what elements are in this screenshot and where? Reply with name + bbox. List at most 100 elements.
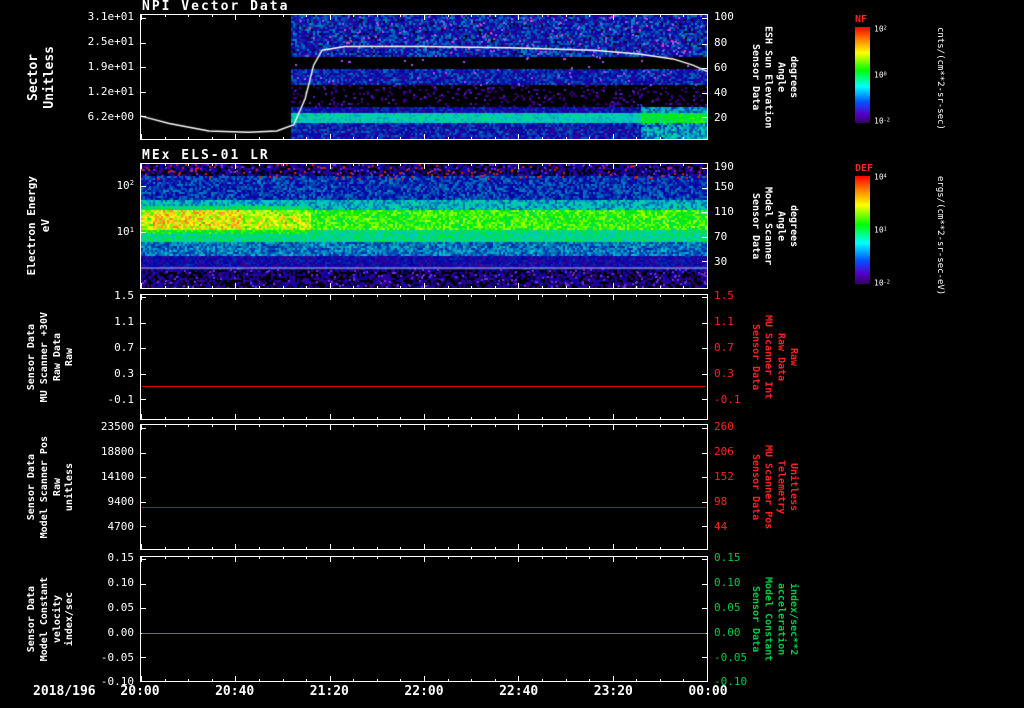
time-minor-tick-mark [448,679,449,681]
time-minor-tick-mark [188,295,189,297]
time-minor-tick-mark [636,164,637,166]
time-minor-tick-mark [566,286,567,288]
time-tick-mark [330,295,331,300]
axis-tick-mark [141,348,146,349]
axis-label-line: MU Scanner Pos [762,445,774,529]
time-tick-mark [141,557,142,562]
axis-label-line: Sensor Data [26,586,38,652]
panel-title-els: MEx ELS-01 LR [142,148,270,163]
axis-label-line: Sector [26,54,41,101]
time-tick-mark [613,164,614,169]
time-axis: 2018/196 20:00 20:40 21:20 22:00 22:40 23:20 0… [0,684,1024,704]
time-minor-tick-mark [306,286,307,288]
colorbar-def: DEF 104 101 10-2 ergs/(cm**2-sr-sec-eV) [853,163,1023,293]
time-minor-tick-mark [165,15,166,17]
time-tick-mark [424,15,425,20]
time-minor-tick-mark [188,547,189,549]
time-minor-tick-mark [353,164,354,166]
time-minor-tick-mark [188,425,189,427]
time-tick-mark [424,283,425,288]
time-minor-tick-mark [353,547,354,549]
time-minor-tick-mark [471,417,472,419]
axis-tick-label: 150 [714,180,734,193]
data-line [142,633,706,634]
axis-tick-label: -0.1 [714,393,741,406]
axis-tick-label: 3.1e+01 [88,10,134,23]
time-minor-tick-mark [636,679,637,681]
axis-tick-mark [702,348,707,349]
time-minor-tick-mark [353,679,354,681]
time-tick-mark [707,295,708,300]
time-minor-tick-mark [495,679,496,681]
axis-tick-label: 0.00 [714,626,741,639]
axis-label-line: Sensor Data [749,324,761,390]
axis-tick-label: 0.10 [108,576,135,589]
time-minor-tick-mark [471,286,472,288]
time-tick-mark [613,557,614,562]
time-minor-tick-mark [188,679,189,681]
time-tick-mark [707,557,708,562]
time-minor-tick-mark [589,557,590,559]
left-axis-label-sector: Sector Unitless [26,14,58,140]
time-minor-tick-mark [683,547,684,549]
time-minor-tick-mark [636,557,637,559]
time-tick-mark [518,414,519,419]
time-minor-tick-mark [165,286,166,288]
time-minor-tick-mark [683,417,684,419]
time-tick-mark [518,134,519,139]
time-minor-tick-mark [283,417,284,419]
time-minor-tick-mark [542,15,543,17]
time-minor-tick-mark [683,137,684,139]
time-minor-tick-mark [566,557,567,559]
time-minor-tick-mark [683,164,684,166]
axis-label-line: Angle [775,211,787,241]
time-minor-tick-mark [566,417,567,419]
right-axis-ticks: 1.5 1.1 0.7 0.3 -0.1 [711,294,749,420]
time-tick-mark [330,15,331,20]
axis-label-line: Sensor Data [26,454,38,520]
time-minor-tick-mark [212,547,213,549]
axis-label-line: Raw Data [775,333,787,381]
right-axis-label-model-constant-accel: Sensor Data Model Constant acceleration ind… [749,556,799,682]
time-minor-tick-mark [165,295,166,297]
time-tick-mark [141,676,142,681]
spectrogram-canvas-npi [141,15,707,139]
colorbar-def-name: DEF [855,163,873,174]
axis-tick-mark [141,657,146,658]
axis-label-line: Electron Energy [26,176,39,275]
time-tick-mark [424,134,425,139]
time-minor-tick-mark [306,295,307,297]
axis-tick-mark [702,681,707,682]
time-minor-tick-mark [259,164,260,166]
time-minor-tick-mark [589,295,590,297]
right-axis-label-scanner-angle: Sensor Data Model Scanner Angle degrees [749,163,799,289]
axis-tick-mark [141,477,146,478]
time-minor-tick-mark [165,164,166,166]
time-tick-mark [518,557,519,562]
time-minor-tick-mark [542,137,543,139]
axis-tick-label: 102 [116,179,134,192]
time-minor-tick-mark [542,417,543,419]
time-minor-tick-mark [353,295,354,297]
time-minor-tick-mark [283,137,284,139]
right-axis-label-mu-scanner-pos: Sensor Data MU Scanner Pos Telemetry Unitle… [749,424,799,550]
time-minor-tick-mark [259,425,260,427]
time-minor-tick-mark [448,295,449,297]
time-minor-tick-mark [283,295,284,297]
axis-tick-mark [141,526,146,527]
axis-tick-mark [141,453,146,454]
axis-tick-mark [141,584,146,585]
time-minor-tick-mark [377,679,378,681]
time-tick-mark [424,164,425,169]
time-tick-mark [235,134,236,139]
time-minor-tick-mark [471,15,472,17]
time-minor-tick-mark [259,137,260,139]
time-minor-tick-mark [542,286,543,288]
time-minor-tick-mark [660,137,661,139]
time-tick-mark [330,676,331,681]
axis-tick-label: 2.5e+01 [88,35,134,48]
time-minor-tick-mark [259,295,260,297]
time-tick-mark [707,134,708,139]
time-minor-tick-mark [448,425,449,427]
time-minor-tick-mark [165,137,166,139]
